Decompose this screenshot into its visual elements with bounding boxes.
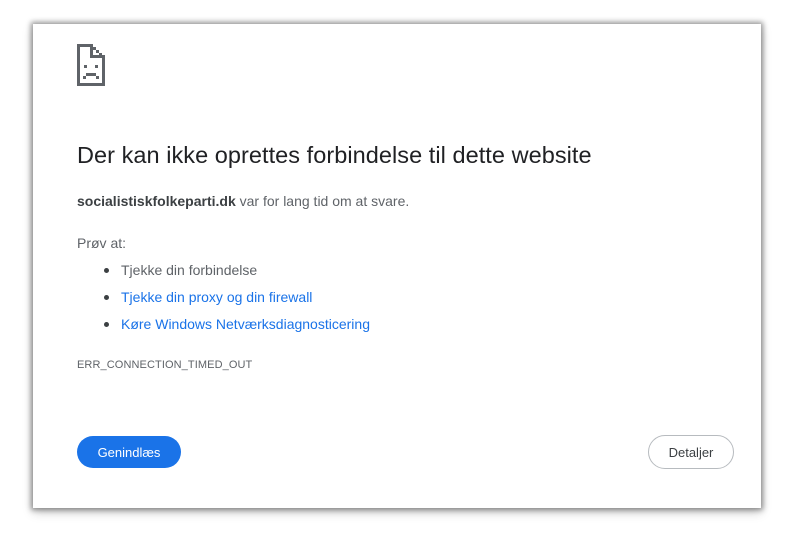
- suggestion-check-connection: Tjekke din forbindelse: [77, 260, 370, 287]
- suggestion-text: Tjekke din forbindelse: [121, 262, 258, 278]
- error-code: ERR_CONNECTION_TIMED_OUT: [77, 359, 253, 371]
- bullet-icon: [104, 268, 109, 273]
- summary-suffix: var for lang tid om at svare.: [235, 193, 410, 209]
- site-host: socialistiskfolkeparti.dk: [77, 193, 236, 209]
- check-proxy-firewall-link[interactable]: Tjekke din proxy og din firewall: [121, 289, 312, 305]
- suggestions-list: Tjekke din forbindelse Tjekke din proxy …: [77, 260, 370, 341]
- suggestion-network-diagnostics: Køre Windows Netværksdiagnosticering: [77, 314, 370, 341]
- screenshot-stage: Der kan ikke oprettes forbindelse til de…: [0, 0, 794, 535]
- bullet-icon: [104, 295, 109, 300]
- suggestion-check-proxy-firewall: Tjekke din proxy og din firewall: [77, 287, 370, 314]
- suggestions-label: Prøv at:: [77, 235, 127, 251]
- sad-page-icon: [77, 44, 105, 86]
- error-summary: socialistiskfolkeparti.dk var for lang t…: [77, 193, 409, 209]
- details-button[interactable]: Detaljer: [648, 435, 734, 469]
- network-diagnostics-link[interactable]: Køre Windows Netværksdiagnosticering: [121, 316, 370, 332]
- error-heading: Der kan ikke oprettes forbindelse til de…: [77, 142, 592, 168]
- bullet-icon: [104, 322, 109, 327]
- reload-button[interactable]: Genindlæs: [77, 436, 181, 468]
- browser-error-page: Der kan ikke oprettes forbindelse til de…: [33, 24, 761, 508]
